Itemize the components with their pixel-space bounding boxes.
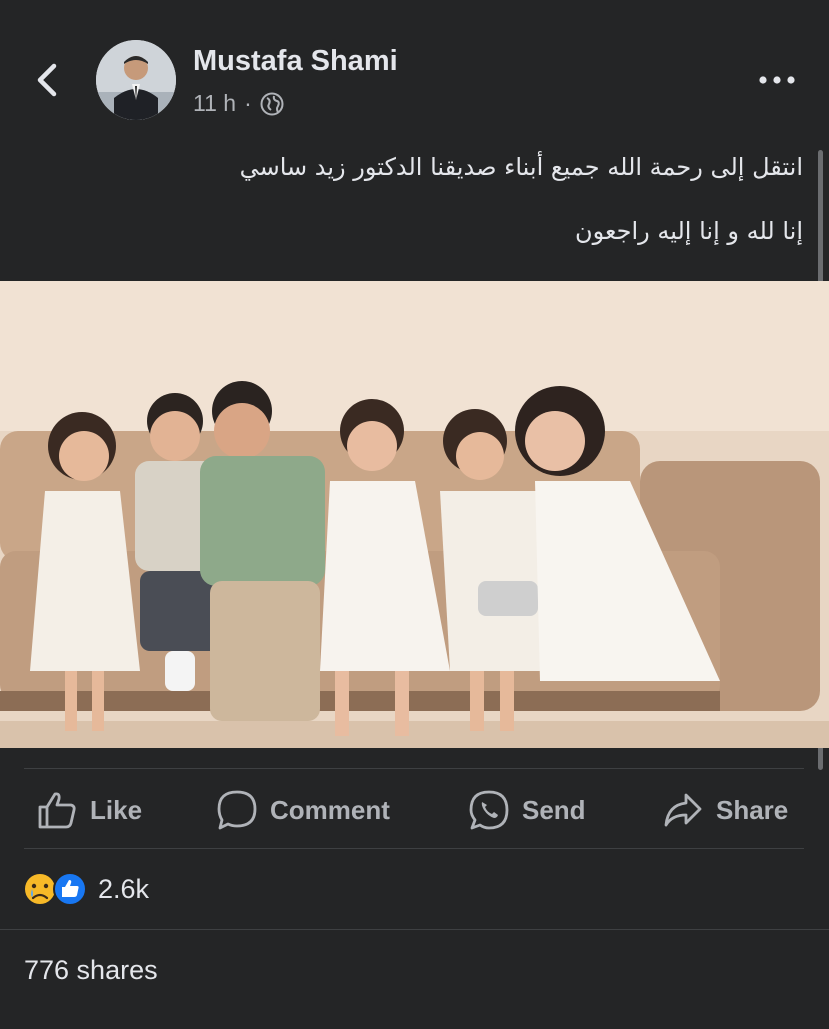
post-time[interactable]: 11 h [193, 90, 236, 117]
send-label: Send [522, 794, 586, 825]
post-header: Mustafa Shami 11 h · [0, 0, 829, 140]
post-photo[interactable] [0, 281, 829, 748]
like-label: Like [90, 794, 143, 825]
like-button[interactable]: Like [36, 775, 142, 845]
avatar-image [96, 40, 176, 120]
author-name[interactable]: Mustafa Shami [193, 45, 398, 78]
whatsapp-icon [469, 790, 509, 830]
shares-count[interactable]: 776 shares [24, 955, 158, 986]
meta-separator: · [244, 90, 252, 116]
post-text-line-2: إنا لله و إنا إليه راجعون [575, 217, 803, 245]
comment-button[interactable]: Comment [216, 775, 390, 845]
post-text: انتقل إلى رحمة الله جميع أبناء صديقنا ال… [103, 150, 803, 248]
share-button[interactable]: Share [662, 775, 788, 845]
thumbs-up-icon [38, 792, 76, 829]
back-arrow-icon[interactable] [30, 60, 66, 100]
divider-middle [24, 848, 804, 849]
action-bar: Like Comment Send Share [0, 775, 829, 845]
more-options-icon[interactable] [757, 68, 797, 92]
post-meta: 11 h · [193, 90, 284, 117]
divider-top [24, 768, 804, 769]
reaction-count: 2.6k [98, 873, 150, 904]
divider-bottom [0, 929, 829, 930]
share-label: Share [716, 794, 789, 825]
reactions-summary[interactable]: 2.6k [22, 870, 149, 908]
comment-label: Comment [270, 794, 390, 825]
comment-icon [217, 790, 257, 830]
avatar[interactable] [96, 40, 176, 120]
share-arrow-icon [664, 793, 702, 827]
like-icon [53, 872, 87, 906]
send-button[interactable]: Send [468, 775, 586, 845]
post-text-line-1: انتقل إلى رحمة الله جميع أبناء صديقنا ال… [239, 153, 803, 181]
globe-icon [260, 92, 284, 115]
